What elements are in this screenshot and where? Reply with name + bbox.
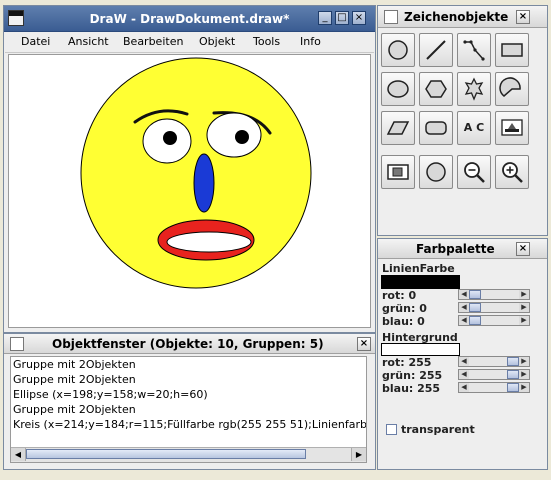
- scroll-thumb[interactable]: [26, 449, 306, 459]
- mouth-inner[interactable]: [166, 231, 252, 253]
- menu-datei[interactable]: Datei: [21, 35, 50, 48]
- menu-ansicht[interactable]: Ansicht: [68, 35, 109, 48]
- zoom-in-tool[interactable]: [495, 155, 529, 189]
- list-item[interactable]: Gruppe mit 2Objekten: [13, 403, 136, 416]
- image-tool[interactable]: [495, 111, 529, 145]
- left-pupil[interactable]: [163, 131, 177, 145]
- menubar: Datei Ansicht Bearbeiten Objekt Tools In…: [5, 32, 374, 53]
- scroll-left-arrow[interactable]: ◀: [11, 448, 26, 461]
- parallelogram-icon: [386, 121, 410, 135]
- resize-icon: [387, 164, 409, 180]
- star-tool[interactable]: [457, 72, 491, 106]
- parallelogram-tool[interactable]: [381, 111, 415, 145]
- drawing-window-titlebar[interactable]: DraW - DrawDokument.draw* _ □ ×: [4, 6, 375, 32]
- bg-blue-label: blau: 255: [382, 382, 441, 395]
- line-color-label: LinienFarbe: [382, 262, 455, 275]
- ellipse-tool[interactable]: [381, 72, 415, 106]
- polyline-icon: [463, 40, 485, 61]
- drawing-canvas[interactable]: [8, 54, 371, 328]
- list-item[interactable]: Kreis (x=214;y=184;r=115;Füllfarbe rgb(2…: [13, 418, 366, 431]
- line-green-label: grün: 0: [382, 302, 427, 315]
- close-button[interactable]: ×: [352, 11, 366, 25]
- bg-green-label: grün: 255: [382, 369, 443, 382]
- background-color-swatch[interactable]: [381, 343, 460, 356]
- menu-info[interactable]: Info: [300, 35, 321, 48]
- transparent-checkbox[interactable]: [386, 424, 397, 435]
- rounded-rect-tool[interactable]: [419, 111, 453, 145]
- zoom-out-icon: [464, 162, 485, 183]
- zoom-in-icon: [502, 162, 523, 183]
- line-green-slider[interactable]: ◀ ▶: [458, 302, 530, 313]
- rectangle-icon: [501, 43, 523, 57]
- list-item[interactable]: Ellipse (x=198;y=158;w=20;h=60): [13, 388, 208, 401]
- object-window-title: Objektfenster (Objekte: 10, Gruppen: 5): [52, 337, 324, 351]
- list-item[interactable]: Gruppe mit 2Objekten: [13, 358, 136, 371]
- star-icon: [464, 77, 484, 101]
- bg-blue-slider[interactable]: ◀ ▶: [458, 382, 530, 393]
- circle-outline-tool[interactable]: [419, 155, 453, 189]
- tools-window: Zeichenobjekte × A C: [377, 5, 548, 236]
- palette-window-title: Farbpalette: [416, 242, 495, 256]
- right-eye-white[interactable]: [206, 112, 262, 158]
- rounded-rect-icon: [425, 121, 447, 135]
- object-list[interactable]: Gruppe mit 2Objekten Gruppe mit 2Objekte…: [10, 356, 367, 463]
- right-pupil[interactable]: [235, 130, 249, 144]
- transparent-label: transparent: [401, 423, 475, 436]
- palette-window-close-button[interactable]: ×: [516, 242, 530, 256]
- zoom-out-tool[interactable]: [457, 155, 491, 189]
- horizontal-scrollbar[interactable]: ◀ ▶: [11, 447, 366, 462]
- palette-window: Farbpalette × LinienFarbe rot: 0 ◀ ▶ grün…: [377, 238, 548, 470]
- list-item[interactable]: Gruppe mit 2Objekten: [13, 373, 136, 386]
- object-window-menu-button[interactable]: [10, 337, 24, 351]
- line-color-swatch[interactable]: [381, 275, 460, 289]
- tools-window-close-button[interactable]: ×: [516, 10, 530, 24]
- tools-window-menu-button[interactable]: [384, 10, 398, 24]
- text-icon: A C: [463, 121, 485, 134]
- rectangle-tool[interactable]: [495, 33, 529, 67]
- bg-green-slider[interactable]: ◀ ▶: [458, 369, 530, 380]
- polyline-tool[interactable]: [457, 33, 491, 67]
- nose-ellipse[interactable]: [193, 153, 215, 213]
- hexagon-tool[interactable]: [419, 72, 453, 106]
- hexagon-icon: [425, 80, 447, 98]
- scroll-right-arrow[interactable]: ▶: [351, 448, 366, 461]
- tools-window-title: Zeichenobjekte: [404, 10, 509, 24]
- object-window: Objektfenster (Objekte: 10, Gruppen: 5) …: [3, 333, 376, 470]
- text-tool[interactable]: A C: [457, 111, 491, 145]
- maximize-button[interactable]: □: [335, 11, 349, 25]
- object-window-close-button[interactable]: ×: [357, 337, 371, 351]
- line-blue-slider[interactable]: ◀ ▶: [458, 315, 530, 326]
- bg-red-label: rot: 255: [382, 356, 432, 369]
- object-window-titlebar[interactable]: Objektfenster (Objekte: 10, Gruppen: 5) …: [4, 334, 375, 354]
- arc-icon: [499, 77, 521, 97]
- line-blue-label: blau: 0: [382, 315, 425, 328]
- image-icon: [501, 119, 523, 136]
- line-red-label: rot: 0: [382, 289, 417, 302]
- circle-icon: [388, 40, 408, 60]
- minimize-button[interactable]: _: [318, 11, 332, 25]
- palette-window-titlebar[interactable]: Farbpalette ×: [378, 239, 547, 259]
- menu-bearbeiten[interactable]: Bearbeiten: [123, 35, 183, 48]
- circle-tool[interactable]: [381, 33, 415, 67]
- resize-tool[interactable]: [381, 155, 415, 189]
- line-red-slider[interactable]: ◀ ▶: [458, 289, 530, 300]
- menu-tools[interactable]: Tools: [253, 35, 280, 48]
- drawing-window: DraW - DrawDokument.draw* _ □ × Datei An…: [3, 5, 376, 333]
- drawing-svg: [80, 57, 312, 289]
- circle-outline-icon: [426, 162, 446, 182]
- ellipse-icon: [387, 80, 409, 98]
- menu-objekt[interactable]: Objekt: [199, 35, 235, 48]
- tools-window-titlebar[interactable]: Zeichenobjekte ×: [378, 6, 547, 28]
- line-tool[interactable]: [419, 33, 453, 67]
- line-icon: [426, 40, 446, 60]
- arc-tool[interactable]: [495, 72, 529, 106]
- bg-red-slider[interactable]: ◀ ▶: [458, 356, 530, 367]
